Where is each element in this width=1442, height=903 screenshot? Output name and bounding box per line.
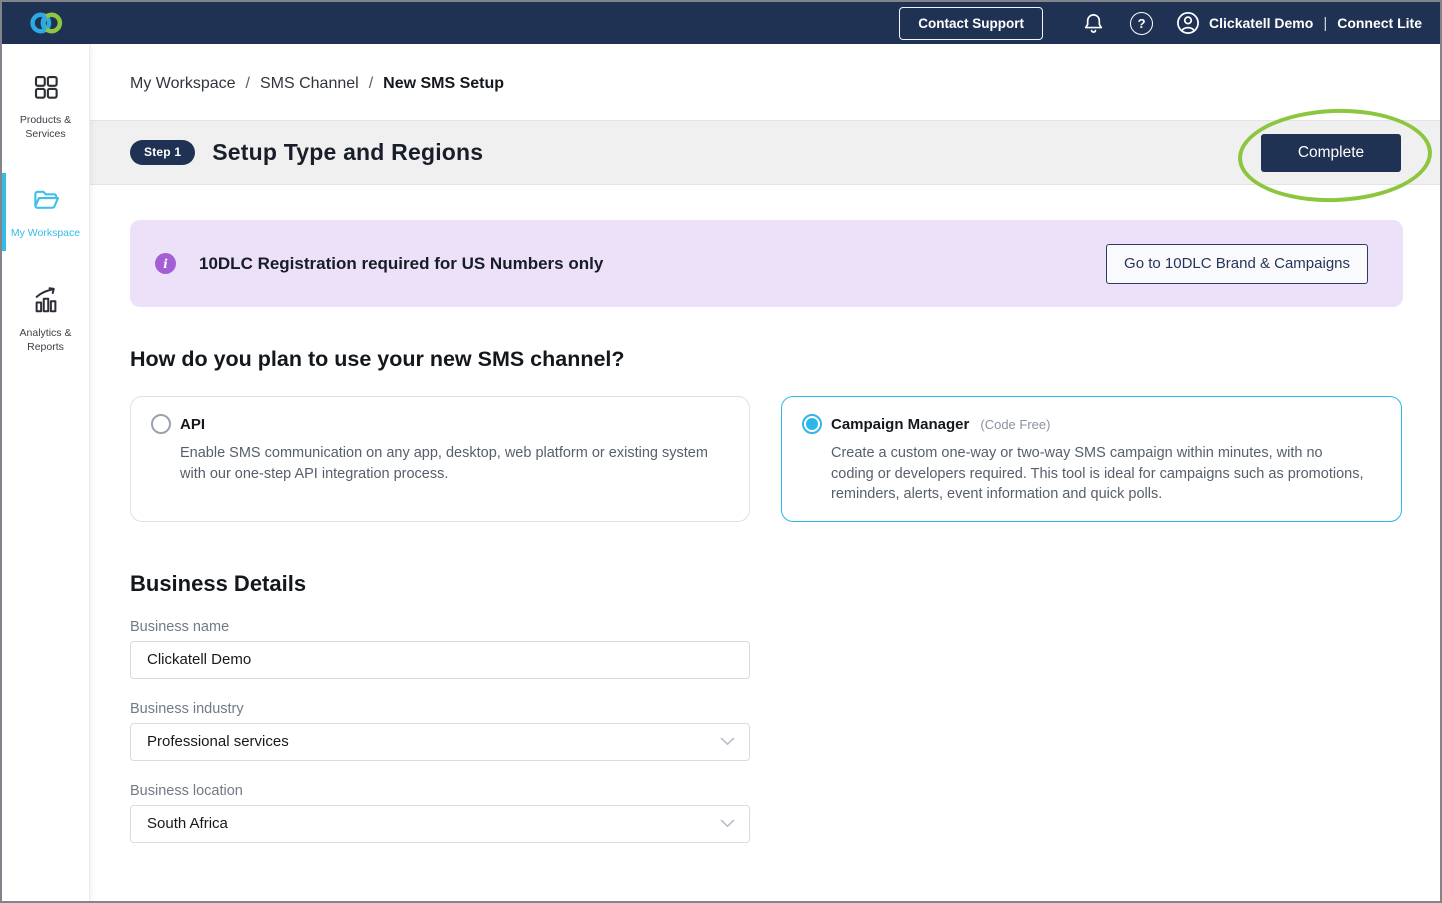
info-icon: i bbox=[155, 253, 176, 274]
breadcrumb-current-page: New SMS Setup bbox=[383, 75, 504, 93]
selected-value: South Africa bbox=[147, 815, 228, 832]
clickatell-logo-icon[interactable] bbox=[2, 10, 90, 36]
option-description: Create a custom one-way or two-way SMS c… bbox=[831, 443, 1365, 505]
business-industry-field: Business industry Professional services bbox=[130, 701, 1440, 761]
page-title: Setup Type and Regions bbox=[212, 139, 483, 166]
sidebar-item-label: Analytics & Reports bbox=[8, 327, 83, 354]
contact-support-button[interactable]: Contact Support bbox=[899, 7, 1043, 40]
sidebar-item-my-workspace[interactable]: My Workspace bbox=[2, 171, 89, 253]
field-label: Business location bbox=[130, 783, 1440, 799]
step-header: Step 1 Setup Type and Regions Complete bbox=[90, 120, 1440, 185]
usage-option-api[interactable]: API Enable SMS communication on any app,… bbox=[130, 396, 750, 522]
sidebar-item-label: Products & Services bbox=[8, 114, 83, 141]
account-name[interactable]: Clickatell Demo bbox=[1209, 15, 1313, 31]
business-name-input[interactable] bbox=[130, 641, 750, 679]
breadcrumb: My Workspace / SMS Channel / New SMS Set… bbox=[90, 44, 1440, 93]
go-to-10dlc-button[interactable]: Go to 10DLC Brand & Campaigns bbox=[1106, 244, 1368, 284]
business-details-heading: Business Details bbox=[130, 571, 1440, 597]
option-label: API bbox=[180, 416, 205, 433]
folder-icon bbox=[30, 185, 62, 220]
sidebar-item-products-services[interactable]: Products & Services bbox=[2, 58, 89, 153]
user-avatar-icon[interactable] bbox=[1175, 10, 1201, 36]
complete-button[interactable]: Complete bbox=[1261, 134, 1401, 172]
help-glyph: ? bbox=[1130, 12, 1153, 35]
help-icon[interactable]: ? bbox=[1130, 12, 1153, 35]
business-location-select[interactable]: South Africa bbox=[130, 805, 750, 843]
sidebar-item-analytics-reports[interactable]: Analytics & Reports bbox=[2, 271, 89, 366]
chevron-down-icon bbox=[720, 815, 735, 833]
radio-api[interactable] bbox=[151, 414, 171, 434]
sidebar-item-label: My Workspace bbox=[11, 227, 80, 241]
radio-campaign-manager[interactable] bbox=[802, 414, 822, 434]
breadcrumb-my-workspace[interactable]: My Workspace bbox=[130, 75, 236, 93]
10dlc-info-banner: i 10DLC Registration required for US Num… bbox=[130, 220, 1403, 307]
option-suffix: (Code Free) bbox=[980, 417, 1050, 432]
business-location-field: Business location South Africa bbox=[130, 783, 1440, 843]
business-name-field: Business name bbox=[130, 619, 1440, 679]
app-window: Contact Support ? Clickatell Demo | Conn… bbox=[0, 0, 1442, 903]
usage-option-campaign-manager[interactable]: Campaign Manager (Code Free) Create a cu… bbox=[781, 396, 1402, 522]
field-label: Business name bbox=[130, 619, 1440, 635]
step-badge: Step 1 bbox=[130, 140, 195, 165]
topbar-divider: | bbox=[1323, 15, 1327, 32]
business-industry-select[interactable]: Professional services bbox=[130, 723, 750, 761]
breadcrumb-sms-channel[interactable]: SMS Channel bbox=[260, 75, 359, 93]
selected-value: Professional services bbox=[147, 733, 289, 750]
field-label: Business industry bbox=[130, 701, 1440, 717]
option-label: Campaign Manager bbox=[831, 416, 969, 433]
usage-question-heading: How do you plan to use your new SMS chan… bbox=[130, 347, 1440, 372]
breadcrumb-separator: / bbox=[246, 75, 250, 93]
breadcrumb-separator: / bbox=[369, 75, 373, 93]
plan-label: Connect Lite bbox=[1337, 15, 1422, 31]
main-content: My Workspace / SMS Channel / New SMS Set… bbox=[90, 44, 1440, 901]
option-description: Enable SMS communication on any app, des… bbox=[180, 443, 713, 484]
notifications-bell-icon[interactable] bbox=[1081, 10, 1106, 36]
sidebar: Products & Services My Workspace bbox=[2, 44, 90, 901]
top-navbar: Contact Support ? Clickatell Demo | Conn… bbox=[2, 2, 1440, 44]
banner-message: 10DLC Registration required for US Numbe… bbox=[199, 254, 603, 274]
bar-chart-icon bbox=[30, 285, 62, 320]
grid-icon bbox=[31, 72, 61, 107]
chevron-down-icon bbox=[720, 733, 735, 751]
usage-options: API Enable SMS communication on any app,… bbox=[130, 396, 1403, 522]
